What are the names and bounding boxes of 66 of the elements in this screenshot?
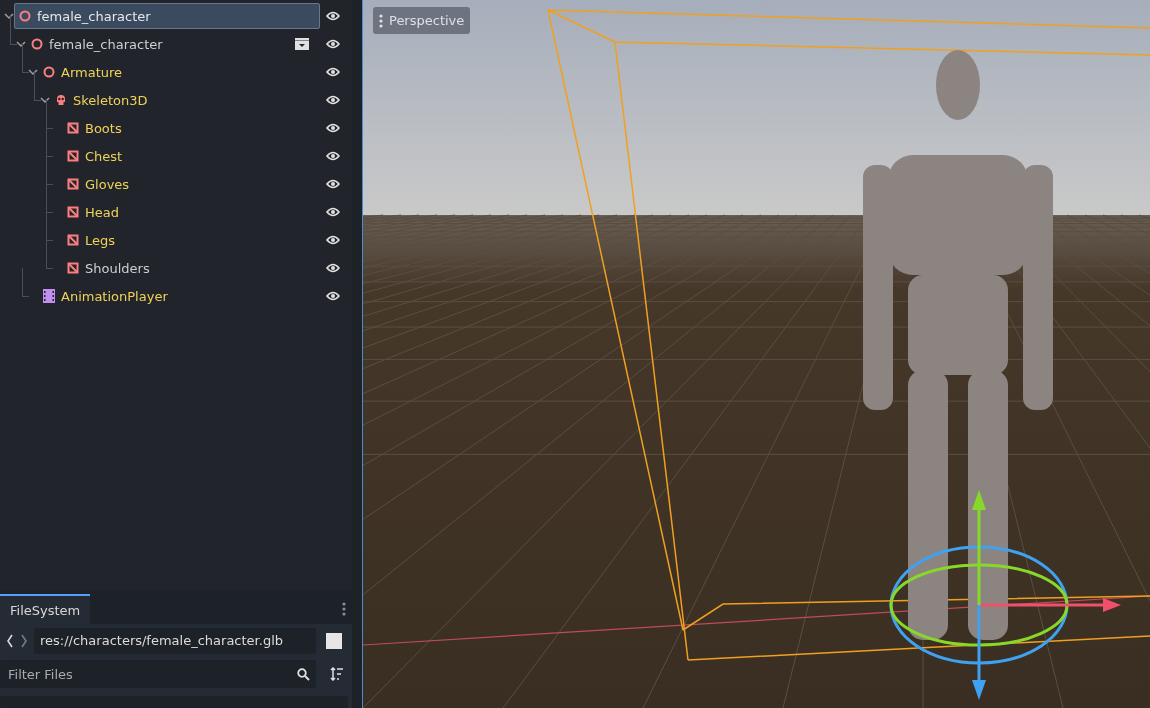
node-name: AnimationPlayer [61,288,169,304]
node-name: Head [85,204,120,220]
sort-icon[interactable] [330,667,344,681]
tree-node[interactable]: Gloves [62,171,320,197]
node-name: Skeleton3D [73,92,149,108]
tree-node[interactable]: Boots [62,115,320,141]
path-field[interactable]: res://characters/female_character.glb [34,628,316,654]
mesh-icon [67,150,79,162]
ring-icon [31,38,43,50]
node-name: Boots [85,120,123,136]
tree-node[interactable]: female_character [14,3,320,29]
tree-node[interactable]: Chest [62,143,320,169]
node-name: Chest [85,148,124,164]
visibility-eye-icon[interactable] [326,263,340,273]
filter-input[interactable]: Filter Files [6,665,297,683]
ring-icon [19,10,31,22]
layout-toggle-icon[interactable] [326,633,342,649]
visibility-eye-icon[interactable] [326,291,340,301]
mesh-icon [67,178,79,190]
tree-guide-line [22,44,29,73]
mesh-icon [67,206,79,218]
search-icon [297,667,310,681]
3d-viewport-drawing[interactable] [363,0,1150,708]
tree-node[interactable]: AnimationPlayer [38,283,320,309]
filter-field[interactable]: Filter Files [0,660,316,688]
mesh-icon [67,234,79,246]
visibility-eye-icon[interactable] [326,67,340,77]
visibility-eye-icon[interactable] [326,235,340,245]
filesystem-tab[interactable]: FileSystem [0,594,91,624]
collapse-caret-icon[interactable] [28,68,38,76]
tree-node[interactable]: Head [62,199,320,225]
view-menu-button[interactable]: Perspective [373,7,471,34]
tree-node[interactable]: Legs [62,227,320,253]
tree-node[interactable]: Armature [38,59,320,85]
visibility-eye-icon[interactable] [326,11,340,21]
visibility-eye-icon[interactable] [326,151,340,161]
node-name: Legs [85,232,117,248]
ring-icon [43,66,55,78]
node-name: female_character [49,36,164,52]
clapperboard-icon[interactable] [295,38,309,50]
visibility-eye-icon[interactable] [326,123,340,133]
mesh-icon [67,122,79,134]
back-icon[interactable] [6,634,14,648]
visibility-eye-icon[interactable] [326,207,340,217]
node-name: Gloves [85,176,131,192]
node-name: Armature [61,64,124,80]
film-strip-icon [43,289,55,303]
tree-node[interactable]: Shoulders [62,255,320,281]
tree-node[interactable]: female_character [26,31,320,57]
collapse-caret-icon[interactable] [4,12,14,20]
visibility-eye-icon[interactable] [326,95,340,105]
tree-guide-line [34,72,41,101]
mesh-icon [67,262,79,274]
node-name: Shoulders [85,260,151,276]
tree-guide-line [10,16,17,45]
collapse-caret-icon[interactable] [40,96,50,104]
tree-guide-line [22,268,29,297]
collapse-caret-icon[interactable] [16,40,26,48]
visibility-eye-icon[interactable] [326,39,340,49]
node-name: female_character [37,8,152,24]
tree-node[interactable]: Skeleton3D [50,87,320,113]
skull-icon [55,94,67,106]
more-options-icon [379,13,383,28]
more-options-icon[interactable] [342,602,346,616]
forward-icon[interactable] [20,634,28,648]
visibility-eye-icon[interactable] [326,179,340,189]
